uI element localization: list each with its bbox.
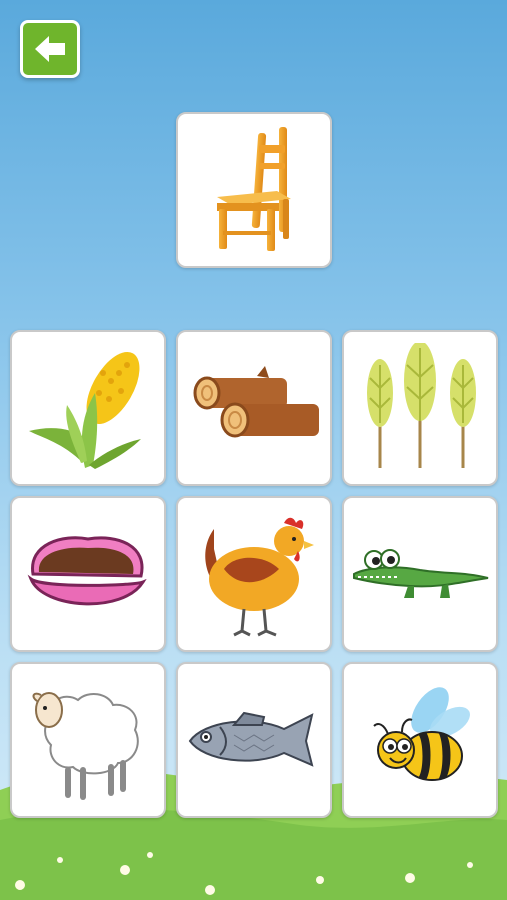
option-card-hen[interactable] [176,496,332,652]
clam-shell-icon [27,536,147,606]
option-card-sheep[interactable] [10,662,166,818]
bee-icon [373,687,470,781]
corn-icon [29,351,141,469]
target-picture-card [176,112,332,268]
option-card-fish[interactable] [176,662,332,818]
fish-icon [188,711,314,767]
sheep-icon [32,692,139,800]
option-card-clam-shell[interactable] [10,496,166,652]
logs-icon [193,366,319,438]
crocodile-icon [353,549,489,598]
option-card-bee[interactable] [342,662,498,818]
chair-icon [217,127,291,251]
back-button[interactable] [20,20,80,78]
wheat-icon [367,343,476,468]
hen-icon [205,517,314,637]
option-card-crocodile[interactable] [342,496,498,652]
option-card-wheat[interactable] [342,330,498,486]
back-arrow-icon [35,36,65,62]
option-card-corn[interactable] [10,330,166,486]
option-card-logs[interactable] [176,330,332,486]
